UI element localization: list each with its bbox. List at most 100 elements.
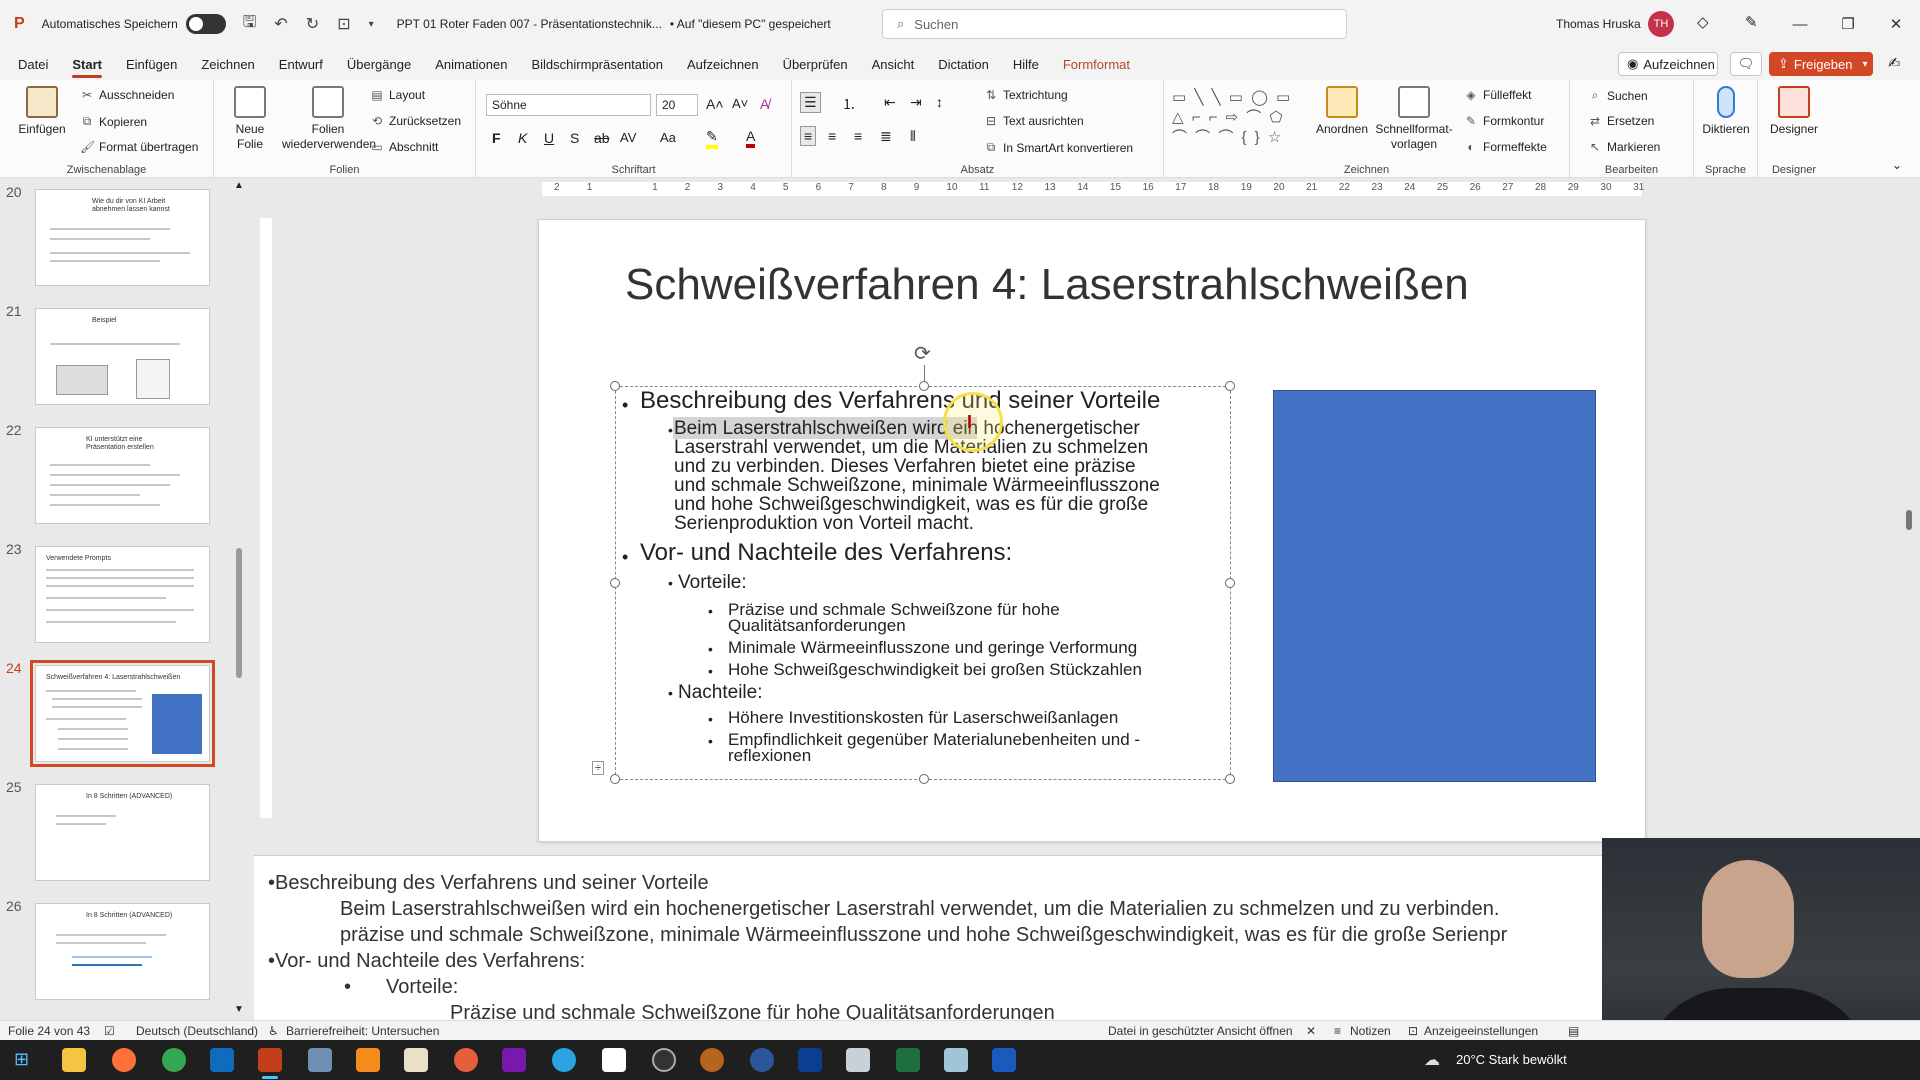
resize-handle-nw[interactable]	[610, 381, 620, 391]
normal-view-icon[interactable]: ▤	[1568, 1024, 1579, 1038]
close-icon[interactable]: ✕	[1306, 1024, 1316, 1038]
bullet-level3[interactable]: Höhere Investitionskosten für Laserschwe…	[728, 709, 1118, 726]
highlight-icon[interactable]: ✎	[706, 128, 718, 149]
layout-button[interactable]: ▤ Layout	[370, 88, 425, 102]
slide-thumbnail[interactable]: Wie du dir von KI Arbeit abnehmen lassen…	[35, 189, 210, 286]
autofit-options-icon[interactable]: ÷	[592, 761, 605, 775]
font-color-icon[interactable]: A	[746, 128, 756, 148]
notes-line[interactable]: •Beschreibung des Verfahrens und seiner …	[268, 872, 709, 895]
copilot-icon[interactable]: ✍	[1888, 54, 1901, 72]
align-right-icon[interactable]: ≡	[854, 128, 862, 144]
collapse-ribbon-icon[interactable]: ⌄	[1892, 158, 1902, 172]
columns-icon[interactable]: ⫴	[910, 128, 916, 145]
align-center-icon[interactable]: ≡	[828, 128, 836, 144]
resize-handle-s[interactable]	[919, 774, 929, 784]
select-button[interactable]: ↖ Markieren	[1588, 140, 1660, 154]
tab-hilfe[interactable]: Hilfe	[1001, 48, 1051, 80]
app-icon[interactable]	[454, 1048, 478, 1072]
customize-toolbar-icon[interactable]: ▾	[369, 19, 374, 30]
telegram-icon[interactable]	[552, 1048, 576, 1072]
shapes-gallery[interactable]: ▭ ╲ ╲ ▭ ◯ ▭ △ ⌐ ⌐ ⇨ ⌒ ⬠ ⌒ ⌒ ⌒ { } ☆	[1172, 88, 1310, 152]
content-textbox[interactable]: • Beschreibung des Verfahrens und seiner…	[592, 343, 1235, 784]
resize-handle-w[interactable]	[610, 578, 620, 588]
app-icon[interactable]	[846, 1048, 870, 1072]
protected-view-link[interactable]: Datei in geschützter Ansicht öffnen	[1108, 1024, 1293, 1038]
designer-button[interactable]: Designer	[1762, 86, 1826, 137]
font-size-select[interactable]: 20	[656, 94, 698, 116]
justify-icon[interactable]: ≣	[880, 128, 892, 145]
tab-einfuegen[interactable]: Einfügen	[114, 48, 189, 80]
align-text-button[interactable]: ⊟ Text ausrichten	[984, 114, 1084, 128]
align-left-icon[interactable]: ≡	[800, 126, 817, 146]
resize-handle-n[interactable]	[919, 381, 929, 391]
resize-handle-e[interactable]	[1225, 578, 1235, 588]
bullet-level2[interactable]: Nachteile:	[678, 683, 763, 702]
notes-toggle[interactable]: Notizen	[1350, 1024, 1391, 1038]
shape-effects-button[interactable]: ◐ Formeffekte	[1464, 140, 1546, 154]
paste-button[interactable]: Einfügen	[12, 86, 72, 137]
tab-bildschirmpraesentation[interactable]: Bildschirmpräsentation	[519, 48, 675, 80]
bullet-level2-line[interactable]: Beim Laserstrahlschweißen wird ein hoche…	[674, 419, 1140, 438]
file-explorer-icon[interactable]	[62, 1048, 86, 1072]
slide-thumbnail[interactable]: KI unterstützt eine Präsentation erstell…	[35, 427, 210, 524]
diamond-icon[interactable]: ◇	[1697, 13, 1709, 31]
tab-formformat[interactable]: Formformat	[1051, 48, 1142, 80]
replace-button[interactable]: ⇄ Ersetzen	[1588, 114, 1654, 128]
copy-button[interactable]: ⧉ Kopieren	[80, 114, 147, 129]
format-painter-button[interactable]: 🖌 Format übertragen	[80, 140, 198, 154]
slide-title[interactable]: Schweißverfahren 4: Laserstrahlschweißen	[625, 260, 1469, 310]
restore-icon[interactable]: ❐	[1824, 0, 1872, 48]
notes-line[interactable]: Präzise und schmale Schweißzone für hohe…	[450, 1002, 1055, 1020]
autosave-toggle[interactable]	[185, 14, 226, 34]
accessibility-status[interactable]: Barrierefreiheit: Untersuchen	[286, 1024, 439, 1038]
notes-line[interactable]: Beim Laserstrahlschweißen wird ein hoche…	[340, 898, 1499, 921]
language[interactable]: Deutsch (Deutschland)	[136, 1024, 258, 1038]
tab-entwurf[interactable]: Entwurf	[267, 48, 335, 80]
firefox-icon[interactable]	[112, 1048, 136, 1072]
excel-icon[interactable]	[896, 1048, 920, 1072]
slide-thumbnail[interactable]: In 8 Schritten (ADVANCED)	[35, 784, 210, 881]
tab-uebergaenge[interactable]: Übergänge	[335, 48, 423, 80]
underline-button[interactable]: U	[544, 130, 554, 146]
notes-line[interactable]: •Vor- und Nachteile des Verfahrens:	[268, 950, 585, 973]
powerpoint-icon[interactable]	[258, 1048, 282, 1072]
panel-scrollbar[interactable]	[236, 548, 242, 678]
shape-fill-button[interactable]: ◈ Fülleffekt	[1464, 88, 1531, 102]
text-direction-button[interactable]: ⇅ Textrichtung	[984, 88, 1068, 102]
close-icon[interactable]: ✕	[1872, 0, 1920, 48]
char-spacing-icon[interactable]: AV	[620, 130, 636, 145]
search-box[interactable]: ⌕ Suchen	[882, 9, 1347, 39]
bullet-level3-line[interactable]: Qualitätsanforderungen	[728, 617, 906, 634]
bullet-level3[interactable]: Minimale Wärmeeinflusszone und geringe V…	[728, 639, 1137, 656]
tab-zeichnen[interactable]: Zeichnen	[189, 48, 266, 80]
weather-text[interactable]: 20°C Stark bewölkt	[1456, 1052, 1567, 1067]
app-icon[interactable]	[750, 1048, 774, 1072]
arrange-button[interactable]: Anordnen	[1312, 86, 1372, 137]
tab-ansicht[interactable]: Ansicht	[860, 48, 927, 80]
scroll-up-icon[interactable]: ▲	[234, 180, 244, 191]
present-icon[interactable]: ⊡	[337, 14, 350, 34]
record-button[interactable]: ◉ Aufzeichnen	[1618, 52, 1718, 76]
smartart-button[interactable]: ⧉ In SmartArt konvertieren	[984, 140, 1133, 155]
app-icon[interactable]	[944, 1048, 968, 1072]
bullets-icon[interactable]: ☰	[800, 92, 821, 113]
shrink-font-icon[interactable]: A˅	[732, 96, 748, 111]
rotate-handle-icon[interactable]: ⟳	[914, 341, 931, 366]
font-name-select[interactable]: Söhne	[486, 94, 651, 116]
app-icon[interactable]	[404, 1048, 428, 1072]
slide-canvas[interactable]: Schweißverfahren 4: Laserstrahlschweißen…	[538, 219, 1646, 842]
bullet-level2-line[interactable]: und hohe Schweißgeschwindigkeit, was es …	[674, 495, 1148, 514]
notes-line[interactable]: Vorteile:	[386, 976, 458, 999]
scroll-down-icon[interactable]: ▼	[234, 1004, 244, 1015]
windows-start-icon[interactable]: ⊞	[14, 1049, 29, 1070]
italic-button[interactable]: K	[518, 130, 527, 146]
reuse-slides-button[interactable]: Folien wiederverwenden	[282, 86, 376, 152]
slide-thumbnail-selected[interactable]: Schweißverfahren 4: Laserstrahlschweißen	[30, 660, 215, 767]
bullet-level2-line[interactable]: Serienproduktion von Vorteil macht.	[674, 514, 974, 533]
bullet-level1[interactable]: Beschreibung des Verfahrens und seiner V…	[640, 387, 1160, 415]
find-button[interactable]: ⌕ Suchen	[1588, 88, 1648, 103]
strikethrough-icon[interactable]: ab	[594, 130, 610, 146]
resize-handle-se[interactable]	[1225, 774, 1235, 784]
vlc-icon[interactable]	[356, 1048, 380, 1072]
tab-animationen[interactable]: Animationen	[423, 48, 519, 80]
